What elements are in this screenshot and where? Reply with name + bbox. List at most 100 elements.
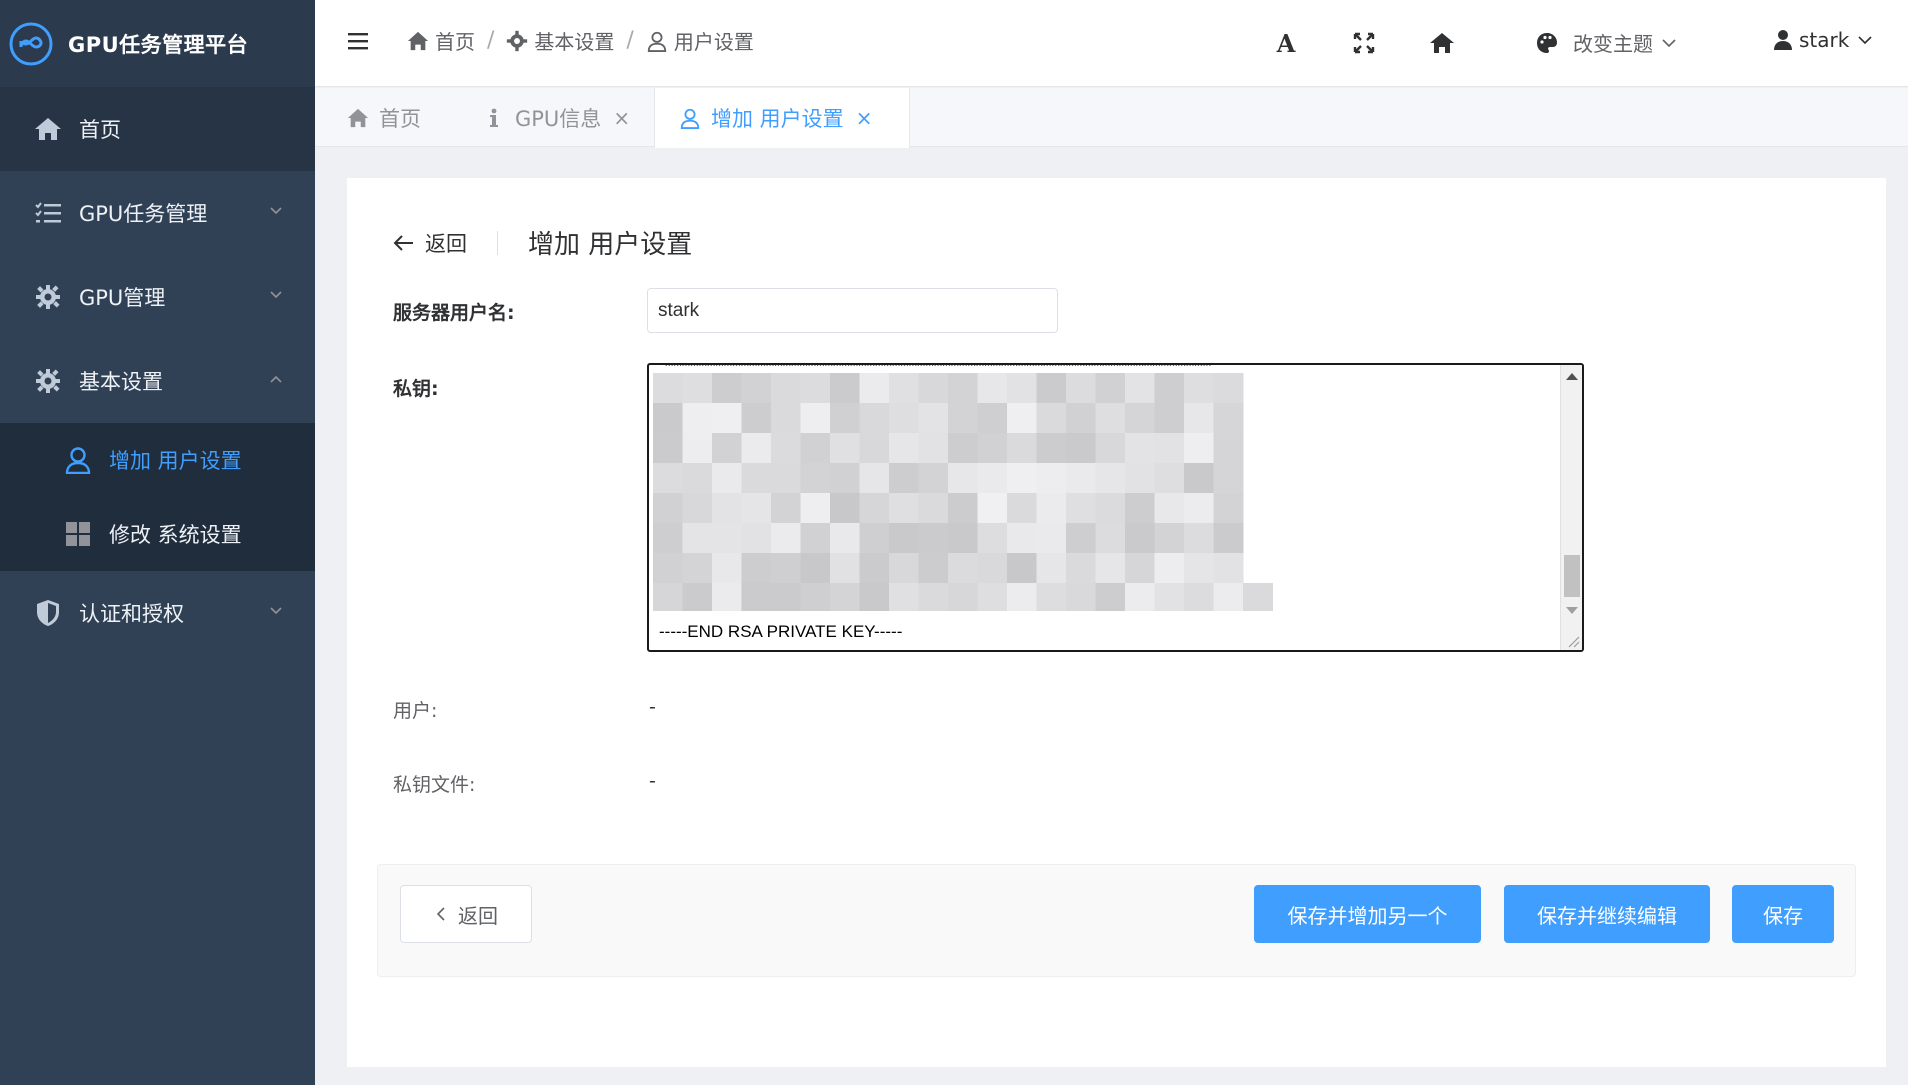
sidebar-item-label: 首页 xyxy=(79,118,121,142)
gear-icon xyxy=(33,366,63,396)
back-button[interactable]: 返回 xyxy=(400,885,532,943)
page-header: 返回 增加 用户设置 xyxy=(393,224,692,261)
hamburger-menu-icon[interactable] xyxy=(347,30,369,52)
user-icon xyxy=(680,108,700,129)
page-title: 增加 用户设置 xyxy=(528,230,693,260)
breadcrumb: 首页 / 基本设置 / 用户设置 xyxy=(407,26,754,55)
breadcrumb-label: 用户设置 xyxy=(673,30,754,54)
home-icon xyxy=(407,31,429,50)
sidebar-item-label: GPU管理 xyxy=(79,286,166,310)
font-size-icon: A xyxy=(1276,28,1296,58)
sidebar-item-basic-settings[interactable]: 基本设置 xyxy=(0,339,315,423)
resize-grip-icon[interactable] xyxy=(1566,634,1580,648)
theme-label: 改变主题 xyxy=(1573,32,1653,56)
chevron-down-icon xyxy=(270,607,282,615)
header-back-link[interactable]: 返回 xyxy=(393,228,467,258)
sidebar-item-add-user-settings[interactable]: 增加 用户设置 xyxy=(0,423,315,497)
shield-icon xyxy=(33,598,63,628)
breadcrumb-home[interactable]: 首页 xyxy=(407,26,475,55)
infinity-logo-icon xyxy=(9,22,53,65)
gear-icon xyxy=(33,282,63,312)
chevron-down-icon xyxy=(1858,36,1872,45)
home-button[interactable] xyxy=(1429,30,1455,56)
tab-close-icon[interactable]: × xyxy=(613,106,630,130)
sidebar-item-gpu-tasks[interactable]: GPU任务管理 xyxy=(0,171,315,255)
user-icon xyxy=(1774,30,1792,50)
breadcrumb-label: 首页 xyxy=(435,30,475,54)
key-file-value: - xyxy=(649,770,656,792)
home-icon xyxy=(347,108,369,127)
textarea-scrollbar[interactable] xyxy=(1560,365,1582,650)
private-key-end-line: -----END RSA PRIVATE KEY----- xyxy=(659,622,903,641)
chevron-up-icon xyxy=(270,375,282,383)
header-divider xyxy=(497,230,498,255)
arrow-left-icon xyxy=(393,234,413,251)
chevron-down-icon xyxy=(1662,38,1676,47)
font-size-toggle[interactable]: A xyxy=(1273,28,1299,58)
tab-close-icon[interactable]: × xyxy=(856,106,873,130)
tab-label: GPU信息 xyxy=(515,106,602,131)
list-check-icon xyxy=(33,198,63,228)
scroll-up-arrow-icon[interactable] xyxy=(1566,373,1578,380)
home-icon xyxy=(1430,33,1454,53)
gear-icon xyxy=(507,30,528,51)
home-icon xyxy=(33,114,63,144)
back-label: 返回 xyxy=(425,231,467,256)
sidebar-item-label: GPU任务管理 xyxy=(79,202,208,226)
app-logo[interactable]: GPU任务管理平台 xyxy=(0,0,315,87)
username: stark xyxy=(1799,28,1850,52)
save-continue-button[interactable]: 保存并继续编辑 xyxy=(1504,885,1710,943)
tab-label: 首页 xyxy=(379,106,421,131)
private-key-clipped-line: mmmmmmmmmmmmmmmmmmmmmmmmmmmmmmmmmmmmmmmm… xyxy=(665,363,1212,371)
breadcrumb-user-settings: 用户设置 xyxy=(646,26,754,55)
palette-icon xyxy=(1537,32,1557,53)
tabs-bar: 首页 GPU信息 × 增加 用户设置 × xyxy=(315,88,1908,148)
tab-gpu-info[interactable]: GPU信息 × xyxy=(483,88,630,147)
theme-switcher[interactable]: 改变主题 xyxy=(1535,28,1677,57)
user-label: 用户: xyxy=(393,700,438,722)
private-key-textarea[interactable]: mmmmmmmmmmmmmmmmmmmmmmmmmmmmmmmmmmmmmmmm… xyxy=(647,363,1584,652)
info-icon xyxy=(490,108,498,127)
sidebar-item-label: 修改 系统设置 xyxy=(109,523,242,547)
sidebar-item-home[interactable]: 首页 xyxy=(0,87,315,171)
sidebar-item-edit-system-settings[interactable]: 修改 系统设置 xyxy=(0,497,315,571)
sidebar-item-label: 认证和授权 xyxy=(79,602,184,626)
chevron-down-icon xyxy=(270,207,282,215)
windows-grid-icon xyxy=(63,519,93,549)
tab-home[interactable]: 首页 xyxy=(347,88,421,147)
save-button[interactable]: 保存 xyxy=(1732,885,1834,943)
submit-row: 返回 保存并增加另一个 保存并继续编辑 保存 xyxy=(377,864,1856,977)
sidebar: GPU任务管理平台 首页 GPU任务管理 GPU管理 基本设置 增加 用户设置 … xyxy=(0,0,315,1085)
key-file-label: 私钥文件: xyxy=(393,774,476,796)
chevron-down-icon xyxy=(270,291,282,299)
tab-label: 增加 用户设置 xyxy=(711,107,844,131)
server-username-input[interactable] xyxy=(647,288,1058,333)
breadcrumb-label: 基本设置 xyxy=(534,30,615,54)
breadcrumb-separator: / xyxy=(487,28,495,53)
user-icon xyxy=(63,445,93,475)
user-menu[interactable]: stark xyxy=(1773,28,1873,52)
fullscreen-button[interactable] xyxy=(1351,30,1377,56)
app-title: GPU任务管理平台 xyxy=(68,32,249,57)
user-icon xyxy=(647,31,667,52)
redacted-key-content xyxy=(653,373,1273,611)
save-add-another-button[interactable]: 保存并增加另一个 xyxy=(1254,885,1481,943)
private-key-label: 私钥: xyxy=(393,378,439,400)
chevron-left-icon xyxy=(436,907,445,921)
server-username-label: 服务器用户名: xyxy=(393,302,515,324)
form-card: 返回 增加 用户设置 服务器用户名: 私钥: mmmmmmmmmmmmmmmmm… xyxy=(347,178,1886,1067)
sidebar-item-label: 增加 用户设置 xyxy=(109,449,242,473)
user-value: - xyxy=(649,696,656,718)
top-navbar: 首页 / 基本设置 / 用户设置 A 改变主题 stark xyxy=(315,0,1908,87)
breadcrumb-basic-settings[interactable]: 基本设置 xyxy=(506,26,614,55)
scroll-thumb[interactable] xyxy=(1564,555,1580,597)
scroll-down-arrow-icon[interactable] xyxy=(1566,607,1578,614)
basic-settings-submenu: 增加 用户设置 修改 系统设置 xyxy=(0,423,315,571)
breadcrumb-separator: / xyxy=(626,28,634,53)
sidebar-item-label: 基本设置 xyxy=(79,370,163,394)
sidebar-item-auth[interactable]: 认证和授权 xyxy=(0,571,315,655)
fullscreen-icon xyxy=(1353,32,1375,54)
sidebar-item-gpu-manage[interactable]: GPU管理 xyxy=(0,255,315,339)
back-button-label: 返回 xyxy=(458,903,498,928)
tab-add-user-settings[interactable]: 增加 用户设置 × xyxy=(654,88,910,148)
